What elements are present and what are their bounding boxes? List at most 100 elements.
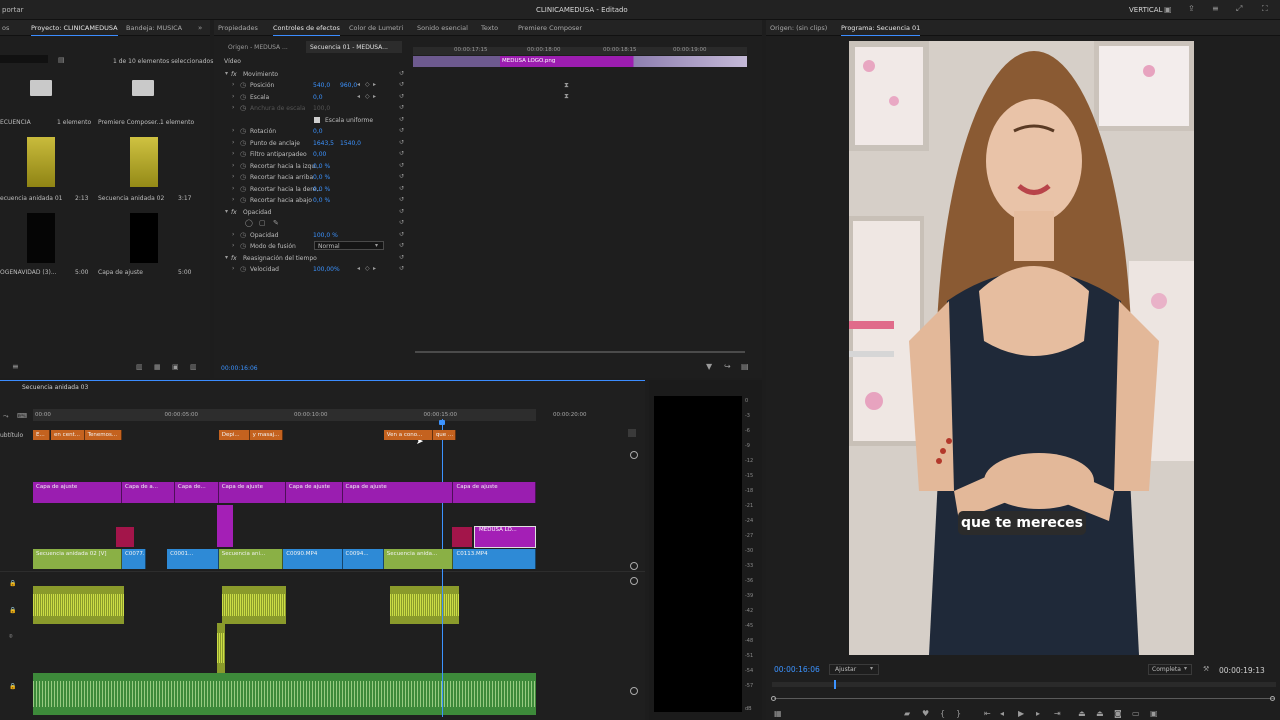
reset-icon[interactable]: ↺ xyxy=(399,162,404,170)
expand-arrow-icon[interactable]: › xyxy=(232,265,234,273)
tab-bin-musica[interactable]: Bandeja: MUSICA xyxy=(126,24,182,32)
reset-icon[interactable]: ↺ xyxy=(399,196,404,204)
add-keyframe-icon[interactable]: ◇ xyxy=(365,265,370,273)
tab-premiere-composer[interactable]: Premiere Composer xyxy=(518,24,582,32)
sequence-thumbnail[interactable] xyxy=(27,137,55,187)
expand-arrow-icon[interactable]: ▾ xyxy=(225,254,228,262)
track-lock-icon[interactable]: 🔒 xyxy=(9,580,16,588)
video-clip-small[interactable] xyxy=(217,505,233,547)
stopwatch-icon[interactable]: ◷ xyxy=(240,127,246,135)
folder-icon[interactable] xyxy=(132,80,154,96)
video-clip[interactable]: Secuencia ani... xyxy=(218,549,284,569)
expand-arrow-icon[interactable]: ▾ xyxy=(225,70,228,78)
add-keyframe-icon[interactable]: ◇ xyxy=(365,81,370,89)
caption-clip[interactable]: y masaj... xyxy=(249,430,284,440)
item-name[interactable]: OGENAVIDAD (3)... xyxy=(0,269,57,276)
tab-effect-controls[interactable]: Controles de efectos xyxy=(273,24,340,36)
go-to-in-icon[interactable]: ⇤ xyxy=(984,710,991,718)
folder-icon[interactable] xyxy=(30,80,52,96)
effect-property-value[interactable]: 1643,5 xyxy=(313,140,334,147)
zoom-handle-left[interactable] xyxy=(771,696,776,701)
track-lock-icon[interactable]: 🔒 xyxy=(9,607,16,615)
expand-arrow-icon[interactable]: › xyxy=(232,185,234,193)
scroll-handle[interactable] xyxy=(630,562,638,570)
track-lock-icon[interactable]: 🔒 xyxy=(9,683,16,691)
play-icon[interactable]: ▶ xyxy=(1018,710,1024,718)
playhead-handle[interactable] xyxy=(438,420,445,425)
stopwatch-icon[interactable]: ◷ xyxy=(240,173,246,181)
adjustment-layer-clip[interactable]: Capa de ajuste xyxy=(218,482,286,503)
previous-keyframe-icon[interactable]: ◂ xyxy=(357,93,360,101)
video-clip[interactable]: C0090.MP4 xyxy=(283,549,343,569)
reset-icon[interactable]: ↺ xyxy=(399,70,404,78)
caption-clip[interactable]: que ... xyxy=(432,430,457,440)
reset-icon[interactable]: ↺ xyxy=(399,185,404,193)
sequence-thumbnail[interactable] xyxy=(130,137,158,187)
expand-arrow-icon[interactable]: › xyxy=(232,231,234,239)
reset-icon[interactable]: ↺ xyxy=(399,173,404,181)
reset-icon[interactable]: ↺ xyxy=(399,116,404,124)
video-frame[interactable]: que te mereces xyxy=(849,41,1194,655)
stopwatch-icon[interactable]: ◷ xyxy=(240,231,246,239)
reset-icon[interactable]: ↺ xyxy=(399,93,404,101)
menu-icon[interactable]: ≡ xyxy=(1212,5,1219,13)
expand-arrow-icon[interactable]: › xyxy=(232,150,234,158)
share-icon[interactable]: ⇪ xyxy=(1188,5,1195,13)
adjustment-layer-clip[interactable]: Capa de ajuste xyxy=(285,482,343,503)
keyframe-icon[interactable]: ⧗ xyxy=(564,92,569,100)
expand-arrow-icon[interactable]: › xyxy=(232,139,234,147)
video-clip-small[interactable] xyxy=(116,527,134,547)
safe-margins-icon[interactable]: ▣ xyxy=(1150,710,1158,718)
expand-arrow-icon[interactable]: ▾ xyxy=(225,208,228,216)
item-name[interactable]: Secuencia anidada 02 xyxy=(98,195,164,202)
program-timecode[interactable]: 00:00:16:06 xyxy=(774,665,820,674)
item-name[interactable]: Capa de ajuste xyxy=(98,269,143,276)
expand-arrow-icon[interactable]: › xyxy=(232,81,234,89)
camera-icon[interactable]: ◙ xyxy=(1114,710,1122,718)
tab-essential-sound[interactable]: Sonido esencial xyxy=(417,24,468,32)
trash-icon[interactable]: ▥ xyxy=(190,363,197,371)
effect-property-value[interactable]: 0,0 % xyxy=(313,174,330,181)
sequence-clip-tab[interactable]: Secuencia 01 - MEDUSA... xyxy=(310,44,388,51)
caption-clip[interactable]: en cent... xyxy=(51,430,85,440)
stopwatch-icon[interactable]: ◷ xyxy=(240,104,246,112)
effect-property-value[interactable]: 0,0 % xyxy=(313,186,330,193)
effect-property-value[interactable]: 100,00% xyxy=(313,266,340,273)
find-icon[interactable]: ▦ xyxy=(154,363,161,371)
program-zoom-bar[interactable] xyxy=(774,698,1274,699)
caption-clip[interactable]: Ven a cono... xyxy=(383,430,433,440)
tab-properties[interactable]: Propiedades xyxy=(218,24,258,32)
video-clip[interactable]: C0001... xyxy=(167,549,219,569)
tab-os[interactable]: os xyxy=(2,24,9,32)
tab-source[interactable]: Origen: (sin clips) xyxy=(770,24,827,32)
adjustment-layer-clip[interactable]: Capa de ajuste xyxy=(342,482,454,503)
zoom-scrollbar[interactable] xyxy=(415,351,745,353)
clip-thumbnail[interactable] xyxy=(27,213,55,263)
video-clip[interactable]: C0077.M... xyxy=(121,549,147,569)
effect-property-value[interactable]: 960,0 xyxy=(340,82,357,89)
comparison-icon[interactable]: ▭ xyxy=(1132,710,1140,718)
bin-icon[interactable]: ▤ xyxy=(58,56,65,64)
stopwatch-icon[interactable]: ◷ xyxy=(240,93,246,101)
reset-icon[interactable]: ↺ xyxy=(399,254,404,262)
workspace-label[interactable]: VERTICAL xyxy=(1129,6,1162,14)
settings-icon[interactable]: ▤ xyxy=(741,363,749,371)
captions-toggle-icon[interactable]: ⌨ xyxy=(17,412,27,420)
program-playhead[interactable] xyxy=(834,680,836,689)
expand-arrow-icon[interactable]: › xyxy=(232,127,234,135)
reset-icon[interactable]: ↺ xyxy=(399,219,404,227)
scroll-handle[interactable] xyxy=(630,577,638,585)
item-name[interactable]: ecuencia anidada 01 xyxy=(0,195,63,202)
effect-property-value[interactable]: 0,0 xyxy=(313,94,323,101)
clip-thumbnail[interactable] xyxy=(130,213,158,263)
stopwatch-icon[interactable]: ◷ xyxy=(240,242,246,250)
stopwatch-icon[interactable]: ◷ xyxy=(240,185,246,193)
scroll-handle[interactable] xyxy=(630,451,638,459)
next-keyframe-icon[interactable]: ▸ xyxy=(373,265,376,273)
stopwatch-icon[interactable]: ◷ xyxy=(240,196,246,204)
scroll-up-button[interactable] xyxy=(628,429,636,437)
go-to-out-icon[interactable]: ⇥ xyxy=(1054,710,1061,718)
extract-icon[interactable]: ⏏ xyxy=(1096,710,1104,718)
effect-property-value[interactable]: 100,0 % xyxy=(313,232,338,239)
expand-icon[interactable]: ⤢ xyxy=(1236,5,1242,13)
